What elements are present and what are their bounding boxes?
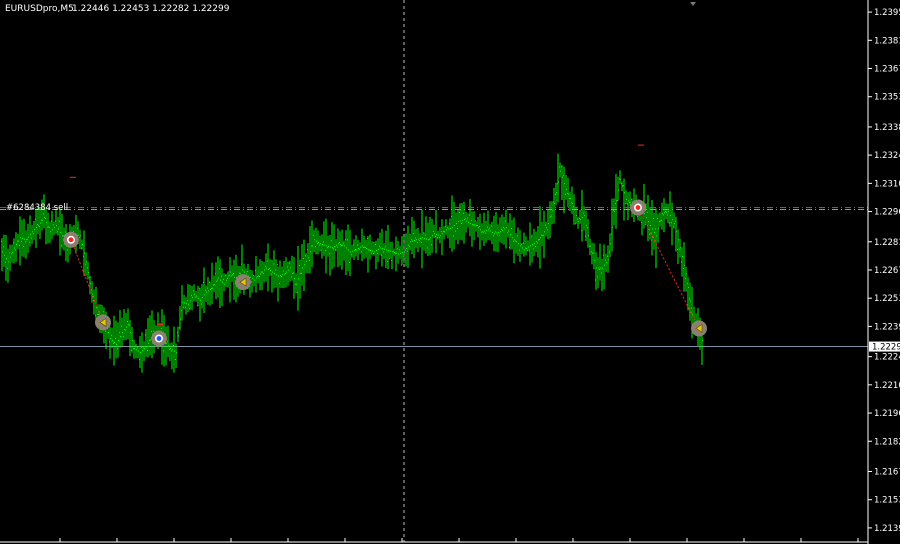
price-tick-label: 1.2210 xyxy=(874,381,900,391)
price-tick-label: 1.2253 xyxy=(874,294,900,304)
price-tick-label: 1.2381 xyxy=(874,36,900,46)
price-tick-label: 1.2267 xyxy=(874,266,900,276)
price-tick-label: 1.2310 xyxy=(874,179,900,189)
trade-marker-open xyxy=(63,231,79,248)
order-label: #6284384 sell xyxy=(6,203,68,213)
open-dot-icon xyxy=(156,336,162,341)
price-tick-label: 1.2167 xyxy=(874,467,900,477)
price-tick-label: 1.2239 xyxy=(874,322,900,332)
price-tick-label: 1.2338 xyxy=(874,123,900,133)
price-tick-label: 1.2153 xyxy=(874,496,900,506)
price-tick-label: 1.2182 xyxy=(874,437,900,447)
open-dot-icon xyxy=(635,205,641,210)
trade-marker-close xyxy=(235,274,251,291)
price-tick-label: 1.2196 xyxy=(874,409,900,419)
open-dot-icon xyxy=(68,237,74,243)
trade-marker-open xyxy=(630,199,646,216)
price-tick-label: 1.2139 xyxy=(874,524,900,534)
trade-marker-close xyxy=(691,320,707,337)
trade-marker-close xyxy=(95,314,111,331)
chart-header-symbol: EURUSDpro,M5 xyxy=(5,4,74,14)
price-tick-label: 1.2367 xyxy=(874,65,900,75)
price-tick-label: 1.2353 xyxy=(874,93,900,103)
price-chart[interactable]: 1.2395 1.2381 1.2367 1.2353 1.2338 1.2324 1.23… xyxy=(0,0,900,544)
price-tick-label: 1.2224 xyxy=(874,353,900,363)
price-tick-label: 1.2296 xyxy=(874,208,900,218)
current-price-label: 1.2229 xyxy=(872,343,900,353)
trade-marker-open_buy xyxy=(151,330,167,347)
chart-header-ohlc: 1.22446 1.22453 1.22282 1.22299 xyxy=(72,4,230,14)
price-tick-label: 1.2395 xyxy=(874,8,900,18)
chart-window[interactable]: 1.2395 1.2381 1.2367 1.2353 1.2338 1.2324 1.23… xyxy=(0,0,900,544)
price-tick-label: 1.2281 xyxy=(874,238,900,248)
price-tick-label: 1.2324 xyxy=(874,151,900,161)
chart-background xyxy=(0,0,900,544)
